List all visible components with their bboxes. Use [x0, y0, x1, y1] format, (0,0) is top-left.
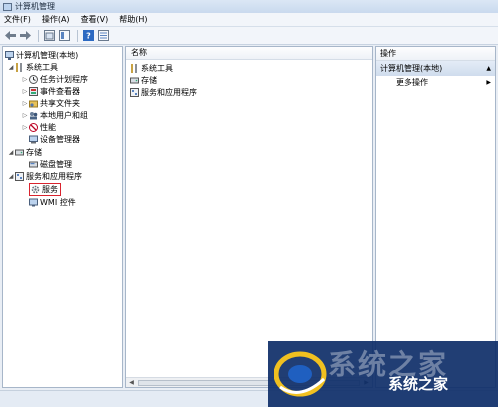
tree-item-storage[interactable]: ◢ 存储	[7, 147, 42, 158]
services-highlight-box: 服务	[29, 183, 61, 196]
menu-bar: 文件(F) 操作(A) 查看(V) 帮助(H)	[0, 13, 498, 27]
computer-icon	[5, 51, 14, 60]
event-viewer-icon	[29, 87, 38, 96]
tree-item-disk-management[interactable]: 磁盘管理	[29, 159, 72, 170]
services-apps-icon	[15, 172, 24, 181]
scroll-left-icon[interactable]: ◀	[127, 379, 136, 387]
tree-item-services-apps[interactable]: ◢ 服务和应用程序	[7, 171, 82, 182]
tree-label: 计算机管理(本地)	[16, 51, 79, 60]
more-actions-item[interactable]: 更多操作 ▶	[376, 76, 495, 90]
tree-label: 性能	[40, 123, 56, 132]
column-header-name[interactable]: 名称	[126, 47, 372, 60]
properties-icon[interactable]	[97, 30, 109, 42]
menu-file[interactable]: 文件(F)	[4, 14, 31, 25]
expand-icon[interactable]: ▷	[21, 76, 29, 83]
performance-icon	[29, 123, 38, 132]
tree-item-shared-folders[interactable]: ▷ 共享文件夹	[21, 98, 80, 109]
tree-label: 共享文件夹	[40, 99, 80, 108]
tree-label: 设备管理器	[40, 135, 80, 144]
tree-item-local-users[interactable]: ▷ 本地用户和组	[21, 110, 88, 121]
tree-item-performance[interactable]: ▷ 性能	[21, 122, 56, 133]
tree-label: 事件查看器	[40, 87, 80, 96]
collapse-icon[interactable]: ◢	[7, 173, 15, 180]
tree-item-root[interactable]: 计算机管理(本地)	[5, 50, 78, 61]
expand-icon[interactable]: ▷	[21, 100, 29, 107]
collapse-up-icon[interactable]: ▲	[486, 61, 491, 76]
tree-label: 服务和应用程序	[26, 172, 82, 181]
more-actions-label: 更多操作	[396, 78, 428, 87]
expand-icon[interactable]: ▷	[21, 124, 29, 131]
shared-folder-icon	[29, 99, 38, 108]
svg-text:?: ?	[86, 32, 91, 41]
clock-icon	[29, 75, 38, 84]
submenu-arrow-icon: ▶	[486, 79, 491, 86]
help-icon[interactable]: ?	[82, 30, 94, 42]
list-item-label: 服务和应用程序	[141, 88, 197, 97]
list-item-system-tools[interactable]: 系统工具	[130, 63, 173, 74]
watermark-text: 系统之家	[388, 375, 449, 393]
tree-label: 磁盘管理	[40, 160, 72, 169]
computer-management-icon	[3, 2, 12, 11]
tree-item-wmi[interactable]: WMI 控件	[29, 197, 76, 208]
forward-arrow-icon[interactable]	[19, 30, 31, 42]
storage-icon	[130, 76, 139, 85]
toolbar-separator	[77, 29, 78, 42]
watermark: 系统之家 系统之家	[268, 341, 498, 407]
actions-section-header[interactable]: 计算机管理(本地) ▲	[376, 61, 495, 76]
window-title: 计算机管理	[15, 2, 55, 11]
toolbar-separator	[38, 29, 39, 42]
actions-title: 操作	[376, 47, 495, 61]
tree-item-device-manager[interactable]: 设备管理器	[29, 134, 80, 145]
navigation-tree: 计算机管理(本地) ◢ 系统工具 ▷ 任务计划程序 ▷ 事件查看器 ▷ 共享文件…	[2, 46, 123, 388]
device-manager-icon	[29, 135, 38, 144]
services-gear-icon	[31, 185, 40, 194]
expand-icon[interactable]: ▷	[21, 88, 29, 95]
tools-icon	[15, 63, 24, 72]
title-bar: 计算机管理	[0, 0, 498, 13]
tree-item-system-tools[interactable]: ◢ 系统工具	[7, 62, 58, 73]
expand-icon[interactable]: ▷	[21, 112, 29, 119]
menu-help[interactable]: 帮助(H)	[119, 14, 147, 25]
wmi-icon	[29, 198, 38, 207]
collapse-icon[interactable]: ◢	[7, 64, 15, 71]
services-apps-icon	[130, 88, 139, 97]
tree-label: WMI 控件	[40, 198, 76, 207]
tree-item-services[interactable]: 服务	[29, 183, 61, 196]
list-item-storage[interactable]: 存储	[130, 75, 157, 86]
users-icon	[29, 111, 38, 120]
tree-item-event-viewer[interactable]: ▷ 事件查看器	[21, 86, 80, 97]
list-item-label: 系统工具	[141, 64, 173, 73]
list-item-label: 存储	[141, 76, 157, 85]
list-item-services-apps[interactable]: 服务和应用程序	[130, 87, 197, 98]
menu-action[interactable]: 操作(A)	[42, 14, 70, 25]
up-level-icon[interactable]	[43, 30, 55, 42]
tree-label: 系统工具	[26, 63, 58, 72]
storage-icon	[15, 148, 24, 157]
disk-icon	[29, 160, 38, 169]
content-pane: 名称 系统工具 存储 服务和应用程序 ◀ ▶	[125, 46, 373, 388]
tools-icon	[130, 64, 139, 73]
toolbar: ?	[0, 27, 498, 45]
tree-label: 存储	[26, 148, 42, 157]
show-hide-tree-icon[interactable]	[58, 30, 70, 42]
tree-label: 本地用户和组	[40, 111, 88, 120]
tree-label: 服务	[42, 185, 58, 194]
menu-view[interactable]: 查看(V)	[81, 14, 109, 25]
actions-section-label: 计算机管理(本地)	[380, 64, 443, 73]
actions-pane: 操作 计算机管理(本地) ▲ 更多操作 ▶	[375, 46, 496, 388]
tree-item-task-scheduler[interactable]: ▷ 任务计划程序	[21, 74, 88, 85]
back-arrow-icon[interactable]	[4, 30, 16, 42]
tree-label: 任务计划程序	[40, 75, 88, 84]
collapse-icon[interactable]: ◢	[7, 149, 15, 156]
watermark-logo-icon	[274, 351, 327, 397]
